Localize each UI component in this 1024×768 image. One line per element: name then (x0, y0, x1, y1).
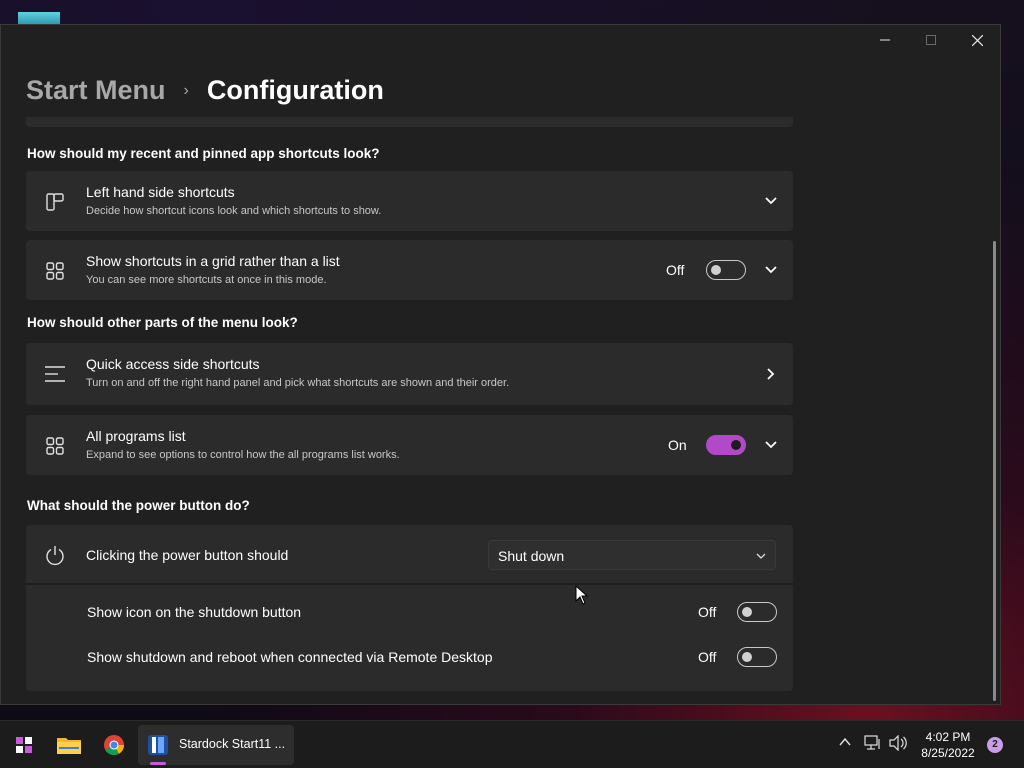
card-title: Left hand side shortcuts (86, 184, 235, 200)
divider (26, 583, 793, 585)
toggle-state-label: Off (666, 262, 685, 278)
window-controls (862, 25, 1000, 55)
power-action-dropdown[interactable]: Shut down (488, 540, 776, 570)
start11-app-icon (148, 735, 168, 755)
settings-window: Start Menu › Configuration How should my… (0, 24, 1001, 705)
breadcrumb-separator: › (183, 81, 189, 99)
vertical-scrollbar[interactable] (993, 241, 996, 701)
minimize-icon (880, 39, 890, 41)
dropdown-value: Shut down (498, 548, 565, 564)
active-app-indicator (150, 762, 166, 765)
grid-icon (46, 437, 64, 455)
chevron-down-icon[interactable] (763, 193, 779, 209)
card-title: Quick access side shortcuts (86, 356, 260, 372)
notification-badge[interactable]: 2 (987, 737, 1003, 753)
left-hand-shortcuts-card[interactable]: Left hand side shortcuts Decide how shor… (26, 171, 793, 231)
taskbar: Stardock Start11 ... 4:02 PM 8/25/2022 2 (0, 720, 1024, 768)
start-icon (16, 737, 32, 753)
network-icon[interactable] (864, 735, 882, 751)
breadcrumb: Start Menu › Configuration (26, 75, 384, 106)
chrome-button[interactable] (99, 730, 129, 760)
page-title: Configuration (206, 75, 384, 105)
close-button[interactable] (954, 25, 1000, 55)
scrolled-card-edge (26, 117, 793, 127)
card-title: Clicking the power button should (86, 547, 289, 563)
volume-icon[interactable] (888, 735, 908, 751)
chevron-right-icon[interactable] (763, 366, 779, 382)
chevron-down-icon (756, 553, 766, 559)
start11-taskbar-app[interactable]: Stardock Start11 ... (138, 725, 294, 765)
grid-shortcuts-toggle[interactable] (706, 260, 746, 280)
section-title-shortcuts: How should my recent and pinned app shor… (27, 146, 380, 161)
clock-date: 8/25/2022 (921, 746, 975, 760)
shutdown-icon-toggle[interactable] (737, 602, 777, 622)
minimize-button[interactable] (862, 25, 908, 55)
all-programs-card[interactable]: All programs list Expand to see options … (26, 415, 793, 475)
card-description: Decide how shortcut icons look and which… (86, 205, 382, 217)
file-explorer-button[interactable] (54, 730, 84, 760)
quick-access-card[interactable]: Quick access side shortcuts Turn on and … (26, 343, 793, 405)
taskbar-clock[interactable]: 4:02 PM 8/25/2022 (912, 729, 984, 761)
list-icon (45, 366, 65, 382)
subrow-label: Show icon on the shutdown button (87, 604, 302, 620)
card-description: You can see more shortcuts at once in th… (86, 274, 327, 286)
close-icon (971, 34, 983, 46)
power-icon (46, 546, 64, 566)
power-button-card: Clicking the power button should Shut do… (26, 525, 793, 691)
taskbar-app-label: Stardock Start11 ... (179, 737, 286, 751)
breadcrumb-parent[interactable]: Start Menu (26, 75, 166, 106)
toggle-knob (711, 265, 721, 275)
mouse-cursor-icon (575, 585, 589, 605)
section-title-power: What should the power button do? (27, 498, 250, 513)
start-button[interactable] (9, 730, 39, 760)
all-programs-toggle[interactable] (706, 435, 746, 455)
section-title-menu: How should other parts of the menu look? (27, 315, 298, 330)
folder-icon (57, 738, 81, 754)
chevron-down-icon[interactable] (763, 262, 779, 278)
chrome-icon (104, 735, 125, 756)
card-title: All programs list (86, 428, 186, 444)
maximize-button[interactable] (908, 25, 954, 55)
remote-desktop-shutdown-toggle[interactable] (737, 647, 777, 667)
toggle-state-label: On (668, 437, 687, 453)
card-description: Expand to see options to control how the… (86, 449, 400, 461)
grid-shortcuts-card[interactable]: Show shortcuts in a grid rather than a l… (26, 240, 793, 300)
toggle-state-label: Off (698, 649, 717, 665)
grid-icon (46, 262, 64, 280)
toggle-state-label: Off (698, 604, 717, 620)
card-description: Turn on and off the right hand panel and… (86, 377, 510, 389)
maximize-icon (926, 35, 936, 45)
toggle-knob (731, 440, 741, 450)
chevron-down-icon[interactable] (763, 437, 779, 453)
toggle-knob (742, 607, 752, 617)
card-title: Show shortcuts in a grid rather than a l… (86, 253, 340, 269)
layout-icon (46, 193, 64, 211)
chevron-up-icon[interactable] (838, 735, 852, 749)
subrow-label: Show shutdown and reboot when connected … (87, 649, 493, 665)
clock-time: 4:02 PM (925, 730, 971, 744)
toggle-knob (742, 652, 752, 662)
